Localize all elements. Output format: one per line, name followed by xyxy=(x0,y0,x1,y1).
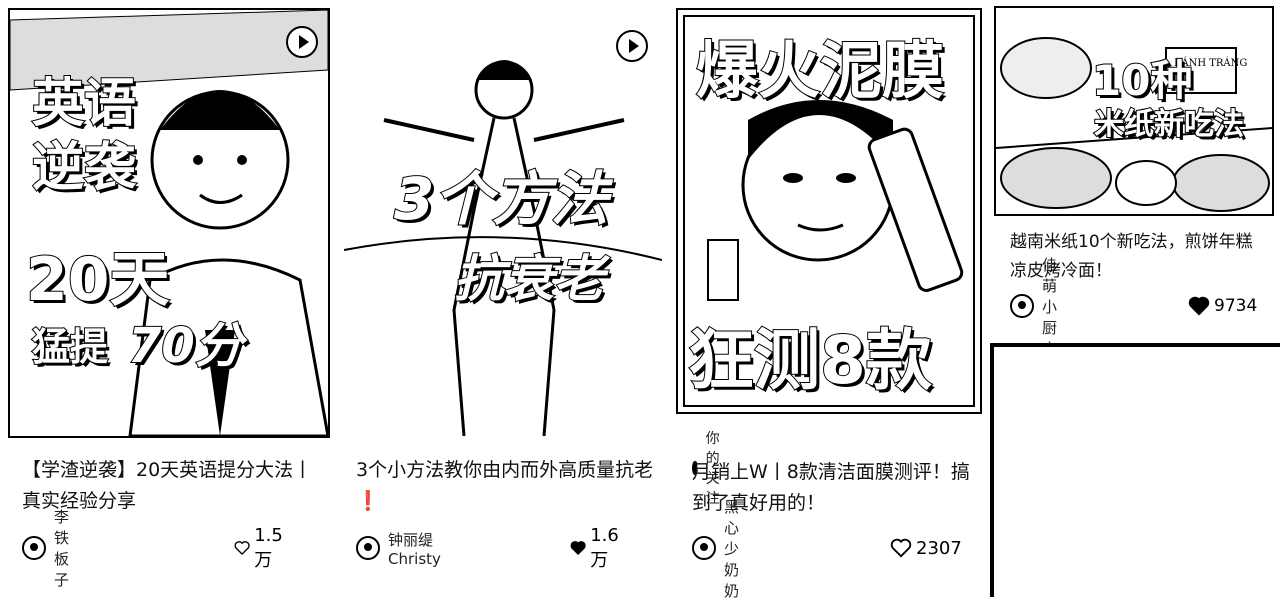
heart-icon xyxy=(1188,296,1210,316)
cover-text-line: 猛提 xyxy=(31,325,109,369)
avatar[interactable] xyxy=(356,536,380,560)
like-count: 1.5万 xyxy=(254,524,283,571)
heart-icon xyxy=(890,538,912,558)
cover-text-line: 狂测8款 xyxy=(687,322,933,399)
author-info[interactable]: 钟丽缇Christy xyxy=(356,531,441,568)
heart-icon xyxy=(234,541,250,556)
cover-text-line: 爆火泥膜 xyxy=(695,34,945,107)
note-cover-4[interactable]: BÁNH TRÁNG 10种 米纸新吃法 xyxy=(994,6,1274,216)
note-cover-2[interactable]: 3个方法 抗衰老 xyxy=(342,8,664,438)
author-info[interactable]: 黑心少奶奶 xyxy=(692,498,739,600)
author-name[interactable]: 李铁板子 xyxy=(54,506,69,590)
author-name[interactable]: 钟丽缇Christy xyxy=(388,529,441,568)
like-button[interactable]: 9734 xyxy=(1188,293,1257,319)
heart-icon xyxy=(570,541,586,556)
like-button[interactable]: 2307 xyxy=(890,535,962,561)
cover-text-line: 3个方法 xyxy=(393,165,609,233)
note-cover-3[interactable]: 爆火泥膜 狂测8款 xyxy=(676,8,982,414)
cover-text-line: 米纸新吃法 xyxy=(1093,107,1245,142)
like-button[interactable]: 1.5万 xyxy=(234,525,289,571)
author-name[interactable]: 黑心少奶奶 xyxy=(724,496,739,601)
cover-text-line: 抗衰老 xyxy=(453,250,605,308)
loading-card-placeholder xyxy=(990,343,1280,597)
cover-text-line: 英语 xyxy=(31,74,137,134)
play-icon xyxy=(286,26,318,58)
avatar[interactable] xyxy=(22,536,46,560)
note-title[interactable]: 3个小方法教你由内而外高质量抗老❗ xyxy=(356,455,656,517)
author-info[interactable]: 李铁板子 xyxy=(22,508,69,589)
author-info[interactable]: 佳萌小厨房 xyxy=(1010,256,1057,358)
cover-text-line: 70分 xyxy=(127,318,244,374)
like-count: 1.6万 xyxy=(590,524,619,571)
note-cover-1[interactable]: 英语 逆袭 20天 猛提 70分 xyxy=(8,8,330,438)
like-button[interactable]: 1.6万 xyxy=(570,525,625,571)
avatar[interactable] xyxy=(1010,294,1034,318)
play-icon xyxy=(616,30,648,62)
like-count: 9734 xyxy=(1214,296,1258,316)
avatar[interactable] xyxy=(692,536,716,560)
cover-text-line: 20天 xyxy=(25,245,170,315)
like-count: 2307 xyxy=(916,537,962,559)
cover-text-line: 10种 xyxy=(1091,56,1193,105)
cover-text-line: 逆袭 xyxy=(31,138,137,198)
